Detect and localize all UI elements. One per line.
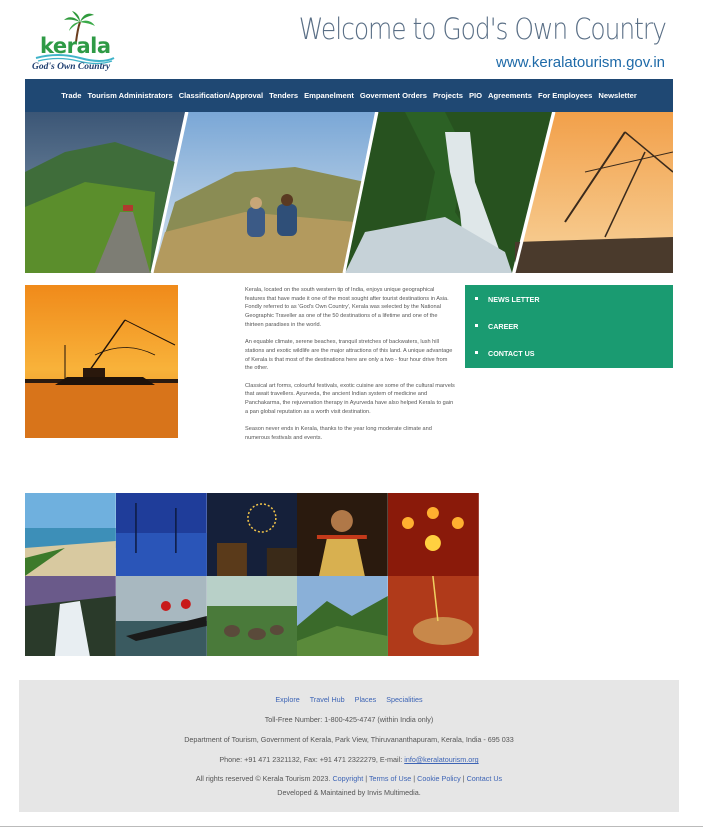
gallery-photo-fireworks[interactable] [206, 493, 298, 576]
nav-item-government-orders[interactable]: Goverment Orders [360, 91, 427, 100]
footer-rights-line: All rights reserved © Kerala Tourism 202… [19, 774, 679, 783]
intro-text: Kerala, located on the south western tip… [245, 286, 455, 451]
nav-item-for-employees[interactable]: For Employees [538, 91, 592, 100]
nav-item-tourism-administrators[interactable]: Tourism Administrators [87, 91, 172, 100]
nav-item-projects[interactable]: Projects [433, 91, 463, 100]
nav-item-trade[interactable]: Trade [61, 91, 81, 100]
footer-link-explore[interactable]: Explore [275, 695, 299, 704]
logo-word: kerala [40, 34, 111, 58]
footer-separator: | [462, 774, 465, 783]
quick-links-panel: NEWS LETTER CAREER CONTACT US [465, 285, 673, 368]
footer-contact-link[interactable]: Contact Us [467, 774, 503, 783]
kerala-logo[interactable]: kerala God's Own Country [28, 8, 120, 74]
gallery-photo-waterfall[interactable] [25, 576, 116, 656]
footer-separator: | [413, 774, 416, 783]
gallery-photo-hills[interactable] [297, 576, 389, 656]
footer-link-specialities[interactable]: Specialities [386, 695, 422, 704]
footer-rights: All rights reserved © Kerala Tourism 202… [195, 774, 331, 783]
gallery-photo-beach[interactable] [25, 493, 116, 576]
gallery-photo-backwaters[interactable] [115, 493, 207, 576]
footer-address: Department of Tourism, Government of Ker… [184, 735, 514, 744]
gallery-photo-boat-race[interactable] [115, 576, 207, 656]
intro-paragraph: Classical art forms, colourful festivals… [245, 382, 455, 415]
gallery-photo-elephants[interactable] [206, 576, 298, 656]
footer-phone: Phone: +91 471 2321132, Fax: +91 471 232… [219, 755, 403, 764]
footer-cookie-link[interactable]: Cookie Policy [417, 774, 461, 783]
footer-link-travel-hub[interactable]: Travel Hub [310, 695, 345, 704]
page-title: Welcome to God's Own Country [298, 12, 667, 46]
site-url[interactable]: www.keralatourism.gov.in [496, 54, 665, 71]
tollfree-number: Toll-Free Number: 1-800-425-4747 (within… [264, 715, 434, 724]
backwater-sunset-image [25, 285, 178, 438]
intro-paragraph: An equable climate, serene beaches, tran… [245, 339, 453, 372]
main-navigation: Trade Tourism Administrators Classificat… [25, 79, 673, 112]
footer-email-link[interactable]: info@keralatourism.org [404, 755, 478, 764]
hero-banner-image [25, 112, 673, 273]
intro-paragraph: Season never ends in Kerala, thanks to t… [245, 426, 432, 441]
nav-item-tenders[interactable]: Tenders [269, 91, 298, 100]
footer-contact-line: Phone: +91 471 2321132, Fax: +91 471 232… [19, 755, 679, 764]
footer-copyright-link[interactable]: Copyright [332, 774, 363, 783]
nav-item-classification-approval[interactable]: Classification/Approval [179, 91, 263, 100]
gallery-photo-festival-lamps[interactable] [388, 493, 479, 576]
quicklink-newsletter[interactable]: NEWS LETTER [465, 295, 673, 322]
site-footer: Explore Travel Hub Places Specialities T… [19, 680, 679, 812]
nav-item-empanelment[interactable]: Empanelment [304, 91, 354, 100]
gallery-photo-ayurveda[interactable] [388, 576, 479, 656]
footer-link-places[interactable]: Places [355, 695, 377, 704]
photo-gallery [25, 493, 479, 656]
footer-developer: Developed & Maintained by Invis Multimed… [277, 788, 421, 797]
quicklink-contact-us[interactable]: CONTACT US [465, 349, 673, 376]
intro-paragraph: Kerala, located on the south western tip… [245, 287, 449, 328]
nav-item-pio[interactable]: PIO [469, 91, 482, 100]
gallery-photo-dancer[interactable] [297, 493, 389, 576]
logo-tagline: God's Own Country [32, 62, 111, 72]
footer-links: Explore Travel Hub Places Specialities [19, 695, 679, 704]
nav-item-newsletter[interactable]: Newsletter [598, 91, 636, 100]
footer-terms-link[interactable]: Terms of Use [369, 774, 411, 783]
nav-item-agreements[interactable]: Agreements [488, 91, 532, 100]
footer-separator: | [365, 774, 368, 783]
quicklink-career[interactable]: CAREER [465, 322, 673, 349]
